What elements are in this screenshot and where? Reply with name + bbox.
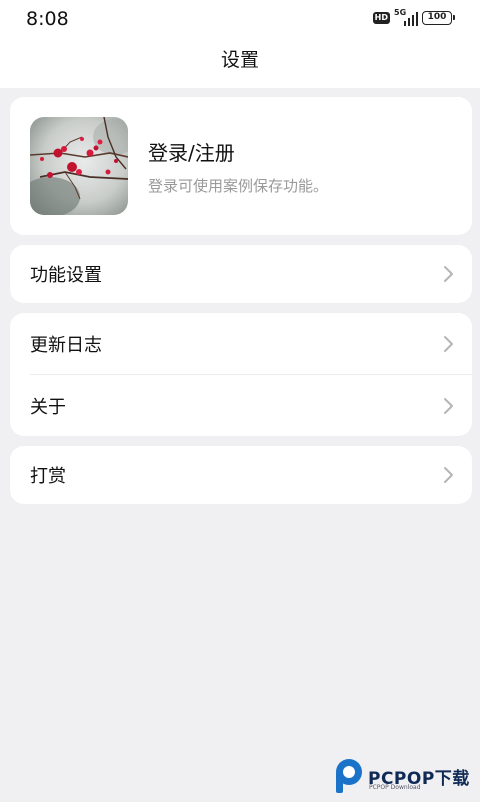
status-bar: 8:08 HD 5G 100 (0, 0, 480, 36)
menu-item-changelog[interactable]: 更新日志 (10, 313, 472, 374)
menu-item-label: 关于 (30, 396, 66, 418)
menu-item-about[interactable]: 关于 (10, 375, 472, 436)
avatar[interactable] (30, 117, 128, 215)
chevron-right-icon (444, 266, 453, 282)
watermark-sub: PCPOP Download (369, 784, 421, 791)
tip-card: 打赏 (10, 446, 472, 504)
status-time: 8:08 (26, 8, 69, 30)
chevron-right-icon (444, 467, 453, 483)
chevron-right-icon (444, 335, 453, 352)
pcpop-logo-icon (336, 759, 362, 793)
menu-item-label: 更新日志 (30, 334, 102, 356)
menu-item-feature-settings[interactable]: 功能设置 (10, 245, 472, 303)
plum-blossom-photo-icon (30, 117, 128, 215)
app-header: 设置 (0, 36, 480, 88)
menu-item-label: 功能设置 (30, 265, 102, 286)
watermark: PCPOP下载 PCPOP Download (332, 758, 480, 798)
battery-icon: 100 (422, 11, 455, 25)
chevron-right-icon (444, 397, 453, 414)
profile-card[interactable]: 登录/注册 登录可使用案例保存功能。 (10, 97, 472, 235)
menu-item-tip[interactable]: 打赏 (10, 446, 472, 504)
page-title: 设置 (220, 49, 259, 71)
status-icons: HD 5G 100 (372, 8, 455, 26)
login-register-title[interactable]: 登录/注册 (148, 137, 235, 166)
signal-icon: 5G (394, 8, 418, 26)
info-card: 更新日志 关于 (10, 313, 472, 436)
hd-icon: HD (372, 12, 390, 24)
settings-card: 功能设置 (10, 245, 472, 303)
menu-item-label: 打赏 (30, 466, 66, 487)
login-hint: 登录可使用案例保存功能。 (148, 177, 329, 195)
